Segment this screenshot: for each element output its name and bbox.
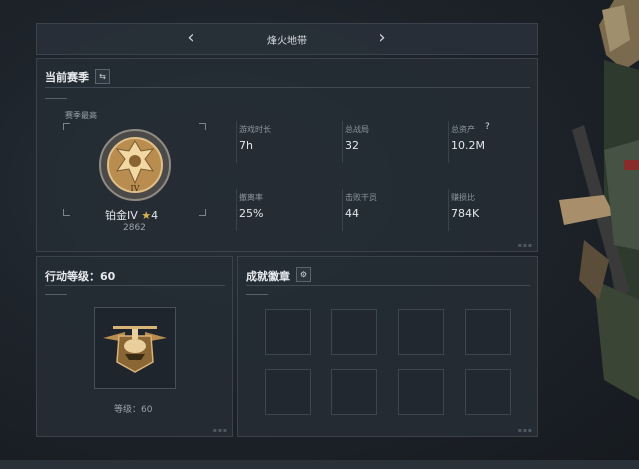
stat-label-profit-ratio: 赚损比 <box>451 193 475 202</box>
rank-score: 2862 <box>123 223 146 233</box>
rank-label: 铂金IV ★4 <box>105 207 158 223</box>
achievement-slot[interactable] <box>331 369 377 415</box>
rank-name: 铂金IV <box>105 209 138 222</box>
section-underline <box>246 285 530 286</box>
level-panel: 行动等级：60 等级：60 ▪▪▪ <box>36 256 233 437</box>
stat-label-playtime: 游戏时长 <box>239 125 271 134</box>
frame-corner <box>63 209 70 216</box>
divider <box>236 121 237 163</box>
frame-corner <box>63 123 70 130</box>
achievement-slot[interactable] <box>265 309 311 355</box>
mode-switcher: ‹ 烽火地带 › <box>36 23 538 55</box>
divider <box>342 189 343 231</box>
divider <box>448 189 449 231</box>
stat-value-matches: 32 <box>345 139 359 152</box>
frame-corner <box>199 123 206 130</box>
gear-icon[interactable]: ⚙ <box>296 267 311 282</box>
accent-line <box>45 98 67 99</box>
mode-title: 烽火地带 <box>267 36 307 47</box>
achievement-slot[interactable] <box>331 309 377 355</box>
swap-icon[interactable]: ⇆ <box>95 69 110 84</box>
section-underline <box>45 87 530 88</box>
level-caption: 等级：60 <box>114 405 153 415</box>
level-badge-frame <box>94 307 176 389</box>
stat-label-kills: 击败干员 <box>345 193 377 202</box>
star-icon: ★ <box>141 209 152 222</box>
stat-label-matches: 总战局 <box>345 125 369 134</box>
badge-caption: 赛季最高 <box>65 111 97 120</box>
divider <box>342 121 343 163</box>
level-title: 行动等级：60 <box>45 270 116 283</box>
chevron-right-icon[interactable]: › <box>374 27 390 49</box>
svg-text:IV: IV <box>131 184 140 193</box>
achievement-slot[interactable] <box>398 309 444 355</box>
stat-value-extract-rate: 25% <box>239 207 264 220</box>
help-icon[interactable]: ? <box>485 122 490 132</box>
divider <box>448 121 449 163</box>
frame-corner <box>199 209 206 216</box>
soldier-artwork <box>559 0 639 400</box>
achievement-slot[interactable] <box>465 309 511 355</box>
stat-value-playtime: 7h <box>239 139 253 152</box>
season-title: 当前赛季 <box>45 71 89 84</box>
panel-deco: ▪▪▪ <box>212 427 228 434</box>
season-panel: 当前赛季 ⇆ 赛季最高 IV 铂金IV ★4 2862 游戏时长 7h 总战局 … <box>36 58 538 252</box>
stat-value-profit-ratio: 784K <box>451 207 480 220</box>
rank-badge-icon: IV <box>99 129 171 201</box>
stat-label-extract-rate: 撤离率 <box>239 193 263 202</box>
achievement-slot[interactable] <box>265 369 311 415</box>
section-underline <box>45 285 225 286</box>
stat-label-assets: 总资产 <box>451 125 475 134</box>
helicopter-badge-icon <box>103 326 167 373</box>
achievements-title: 成就徽章 <box>246 270 290 283</box>
panel-deco: ▪▪▪ <box>517 242 533 249</box>
achievement-slot[interactable] <box>465 369 511 415</box>
stat-value-assets: 10.2M <box>451 139 485 152</box>
achievement-slot[interactable] <box>398 369 444 415</box>
accent-line <box>45 294 67 295</box>
stat-value-kills: 44 <box>345 207 359 220</box>
panel-deco: ▪▪▪ <box>517 427 533 434</box>
achievements-panel: 成就徽章 ⚙ ▪▪▪ <box>237 256 538 437</box>
rank-stars: 4 <box>151 209 159 222</box>
divider <box>236 189 237 231</box>
bottom-bar <box>0 460 639 469</box>
accent-line <box>246 294 268 295</box>
